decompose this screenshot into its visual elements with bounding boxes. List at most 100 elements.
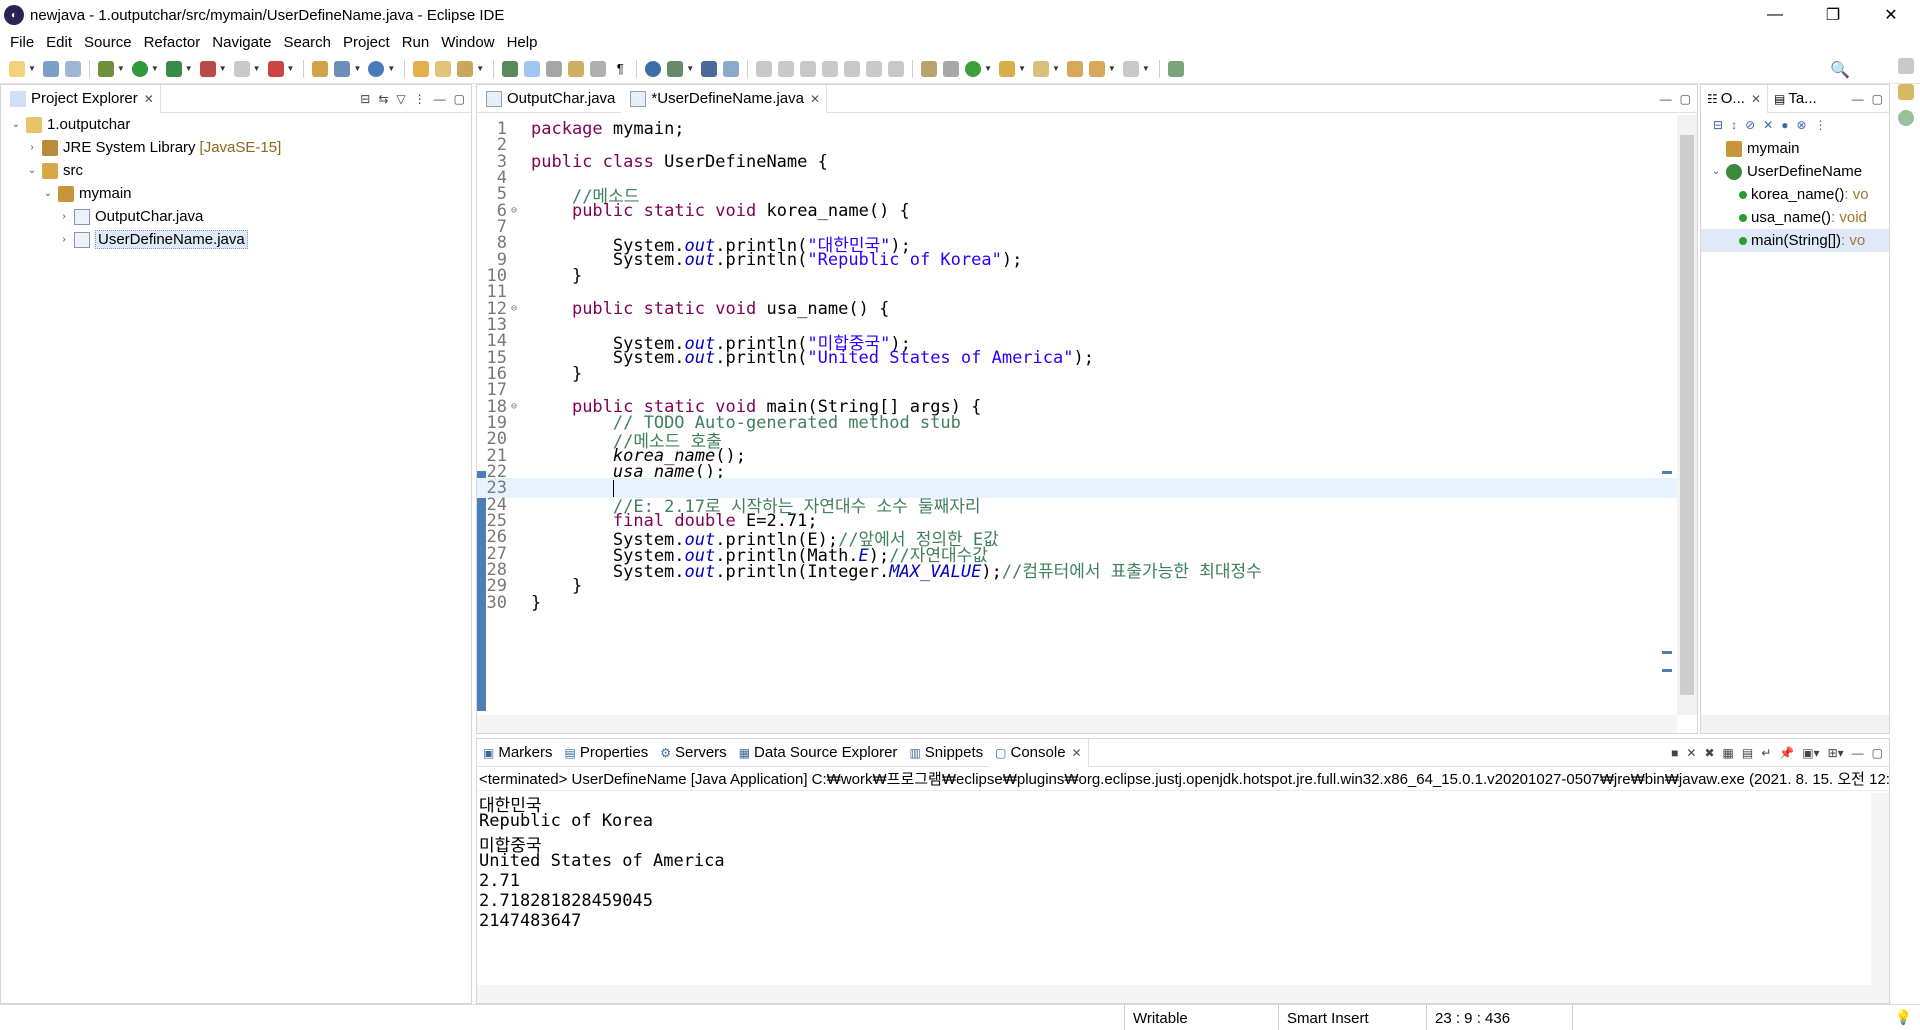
perspective-icon[interactable] (667, 60, 684, 77)
open-task-icon[interactable] (435, 60, 452, 77)
filter-icon[interactable]: ▽ (396, 92, 405, 106)
menu-search[interactable]: Search (277, 34, 337, 51)
chevron-down-icon[interactable]: ▼ (219, 64, 227, 73)
fold-icon[interactable]: ⊖ (511, 205, 519, 216)
menu-help[interactable]: Help (501, 34, 544, 51)
menu-navigate[interactable]: Navigate (206, 34, 277, 51)
open-perspective-icon[interactable] (1898, 58, 1914, 74)
java-ee-perspective-icon[interactable] (1898, 84, 1914, 100)
collapse-all-icon[interactable]: ⊟ (360, 92, 370, 106)
overview-ruler[interactable] (1659, 115, 1677, 715)
chevron-down-icon[interactable]: ▼ (353, 64, 361, 73)
search-tool-icon[interactable] (457, 60, 474, 77)
console-output[interactable]: 대한민국 Republic of Korea 미합중국 United States o… (477, 791, 1889, 931)
outline-item[interactable]: korea_name() : vo (1701, 183, 1889, 206)
pin-console-icon[interactable]: 📌 (1779, 746, 1794, 760)
block-selection-icon[interactable] (546, 60, 563, 77)
code-line[interactable]: 30} (477, 593, 1697, 613)
close-icon[interactable]: ✕ (810, 92, 820, 106)
open-console-icon[interactable]: ⊞▾ (1828, 746, 1844, 760)
forward-icon[interactable] (1122, 60, 1139, 77)
sort-icon[interactable]: ↕ (1731, 118, 1737, 132)
chevron-down-icon[interactable]: ▼ (253, 64, 261, 73)
annotation-icon[interactable] (921, 60, 938, 77)
hide-nonpublic-icon[interactable]: ● (1781, 118, 1788, 132)
pilcrow-icon[interactable]: ¶ (612, 61, 628, 77)
tree-item[interactable]: ⌄ mymain (1, 182, 471, 205)
chevron-down-icon[interactable]: ▼ (28, 64, 36, 73)
last-edit-icon[interactable] (1066, 60, 1083, 77)
fold-icon[interactable]: ⊖ (511, 401, 519, 412)
menu-file[interactable]: File (4, 34, 40, 51)
pin-editor-icon[interactable] (1167, 60, 1184, 77)
chevron-down-icon[interactable]: ▼ (1052, 64, 1060, 73)
suspend-icon[interactable] (778, 60, 795, 77)
display-console-icon[interactable]: ▣▾ (1802, 746, 1819, 760)
new-icon[interactable] (9, 60, 25, 77)
new-java-project-icon[interactable] (312, 60, 329, 77)
mark-occurrences-icon[interactable] (524, 60, 541, 77)
maximize-view-icon[interactable]: ▢ (1680, 92, 1691, 106)
tab-data-source-explorer[interactable]: ▦ Data Source Explorer (733, 739, 904, 767)
menu-source[interactable]: Source (78, 34, 138, 51)
tab-outputchar-java[interactable]: OutputChar.java (477, 85, 621, 113)
show-whitespace-icon[interactable] (590, 60, 607, 77)
chevron-down-icon[interactable]: ⌄ (41, 188, 55, 199)
scroll-lock-icon[interactable]: ▤ (1742, 746, 1753, 760)
chevron-down-icon[interactable]: ▼ (1108, 64, 1116, 73)
tab-task-list[interactable]: ▤ Ta... (1768, 85, 1823, 113)
tab-markers[interactable]: ▣ Markers (477, 739, 559, 767)
console-toolbar-icon[interactable] (701, 60, 718, 77)
back-icon[interactable] (1088, 60, 1105, 77)
remove-launch-icon[interactable]: ✕ (1686, 746, 1696, 760)
search-icon[interactable]: 🔍 (1830, 60, 1850, 80)
maximize-view-icon[interactable]: ▢ (454, 92, 465, 106)
use-step-filters-icon[interactable] (943, 60, 960, 77)
tree-item[interactable]: ⌄ src (1, 159, 471, 182)
close-button[interactable]: ✕ (1862, 0, 1920, 30)
minimize-view-icon[interactable]: — (434, 92, 446, 106)
maximize-view-icon[interactable]: ▢ (1872, 746, 1883, 760)
disconnect-icon[interactable] (822, 60, 839, 77)
refresh-icon[interactable] (965, 60, 982, 77)
chevron-down-icon[interactable]: ⌄ (25, 165, 39, 176)
new-class-icon[interactable] (368, 60, 385, 77)
link-editor-icon[interactable]: ⇆ (378, 92, 388, 106)
step-return-icon[interactable] (888, 60, 905, 77)
tree-item[interactable]: ⌄ 1.outputchar (1, 113, 471, 136)
hide-static-icon[interactable]: ✕ (1763, 118, 1773, 132)
hide-fields-icon[interactable]: ⊘ (1745, 118, 1755, 132)
chevron-down-icon[interactable]: ▼ (151, 64, 159, 73)
outline-horizontal-scrollbar[interactable] (1701, 715, 1889, 733)
tree-item[interactable]: › UserDefineName.java (1, 228, 471, 251)
fold-icon[interactable]: ⊖ (511, 303, 519, 314)
minimize-view-icon[interactable]: — (1660, 92, 1672, 106)
new-package-icon[interactable] (334, 60, 351, 77)
open-type-icon[interactable] (413, 60, 430, 77)
hide-local-types-icon[interactable]: ⊗ (1796, 118, 1806, 132)
remove-all-icon[interactable]: ✖ (1704, 746, 1714, 760)
next-annotation-icon[interactable] (999, 60, 1016, 77)
chevron-down-icon[interactable]: ▼ (686, 64, 694, 73)
collapse-all-icon[interactable]: ⊟ (1713, 118, 1723, 132)
menu-refactor[interactable]: Refactor (138, 34, 207, 51)
chevron-down-icon[interactable]: ▼ (387, 64, 395, 73)
word-wrap-icon[interactable]: ↵ (1761, 746, 1771, 760)
chevron-down-icon[interactable]: ⌄ (9, 119, 23, 130)
status-insert-mode[interactable]: Smart Insert (1278, 1005, 1428, 1030)
chevron-right-icon[interactable]: › (57, 211, 71, 222)
toggle-breadcrumb-icon[interactable] (502, 60, 519, 77)
chevron-down-icon[interactable]: ▼ (185, 64, 193, 73)
tree-item[interactable]: › JRE System Library [JavaSE-15] (1, 136, 471, 159)
tab-userdefinename-java[interactable]: *UserDefineName.java ✕ (621, 84, 828, 113)
debug-icon[interactable] (97, 60, 114, 77)
menu-run[interactable]: Run (396, 34, 436, 51)
overview-marker[interactable] (1662, 651, 1672, 654)
tab-properties[interactable]: ▤ Properties (559, 739, 655, 767)
minimize-view-icon[interactable]: — (1852, 746, 1864, 760)
console-vertical-scrollbar[interactable] (1871, 793, 1889, 985)
chevron-down-icon[interactable]: ▼ (1018, 64, 1026, 73)
outline-item[interactable]: usa_name() : void (1701, 206, 1889, 229)
editor-vertical-scrollbar[interactable] (1677, 115, 1697, 715)
tab-console[interactable]: ▢ Console ✕ (989, 738, 1089, 767)
